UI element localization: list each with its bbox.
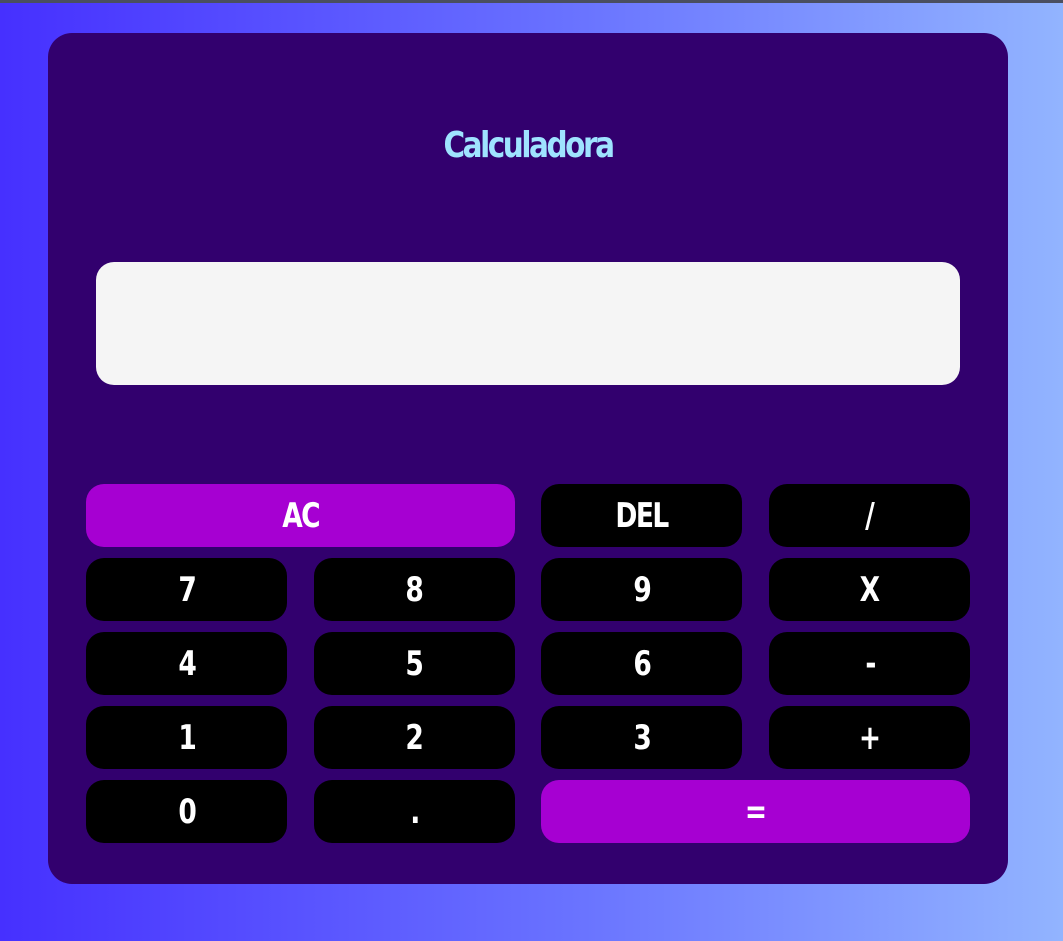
digit-6-label: 6 (633, 643, 651, 684)
digit-8-label: 8 (405, 569, 424, 610)
digit-5-button[interactable]: 5 (313, 632, 515, 695)
clear-all-label: AC (281, 495, 320, 536)
plus-button[interactable]: + (769, 706, 971, 769)
digit-1-button[interactable]: 1 (86, 706, 287, 769)
minus-button[interactable]: - (769, 632, 971, 695)
digit-5-label: 5 (405, 643, 424, 684)
multiply-label: X (860, 569, 880, 610)
delete-button[interactable]: DEL (541, 484, 743, 547)
decimal-point-button[interactable]: . (313, 780, 515, 843)
delete-label: DEL (615, 495, 670, 536)
digit-2-label: 2 (405, 717, 424, 758)
equals-label: = (745, 791, 767, 832)
divide-button[interactable]: / (769, 484, 971, 547)
digit-3-button[interactable]: 3 (541, 706, 743, 769)
digit-6-button[interactable]: 6 (541, 632, 743, 695)
digit-0-button[interactable]: 0 (86, 780, 287, 843)
keypad: AC DEL / 7 8 9 X 4 5 6 - 1 2 3 + 0 . = (86, 484, 971, 846)
multiply-button[interactable]: X (769, 558, 971, 621)
clear-all-button[interactable]: AC (86, 484, 515, 547)
calculator-title: Calculadora (443, 125, 615, 166)
digit-4-button[interactable]: 4 (86, 632, 287, 695)
minus-label: - (864, 643, 876, 684)
digit-9-button[interactable]: 9 (541, 558, 743, 621)
decimal-point-label: . (409, 791, 420, 832)
digit-1-label: 1 (178, 717, 196, 758)
calculator-panel: Calculadora AC DEL / 7 8 9 X 4 5 6 - 1 2… (48, 33, 1008, 884)
digit-0-label: 0 (178, 791, 196, 832)
digit-7-button[interactable]: 7 (86, 558, 287, 621)
digit-9-label: 9 (633, 569, 651, 610)
digit-8-button[interactable]: 8 (313, 558, 515, 621)
digit-7-label: 7 (178, 569, 196, 610)
digit-4-label: 4 (178, 643, 196, 684)
plus-label: + (859, 717, 881, 758)
digit-2-button[interactable]: 2 (313, 706, 515, 769)
divide-label: / (865, 495, 875, 536)
window-top-border (0, 0, 1063, 3)
equals-button[interactable]: = (541, 780, 971, 843)
digit-3-label: 3 (633, 717, 651, 758)
calculator-display[interactable] (96, 262, 960, 385)
